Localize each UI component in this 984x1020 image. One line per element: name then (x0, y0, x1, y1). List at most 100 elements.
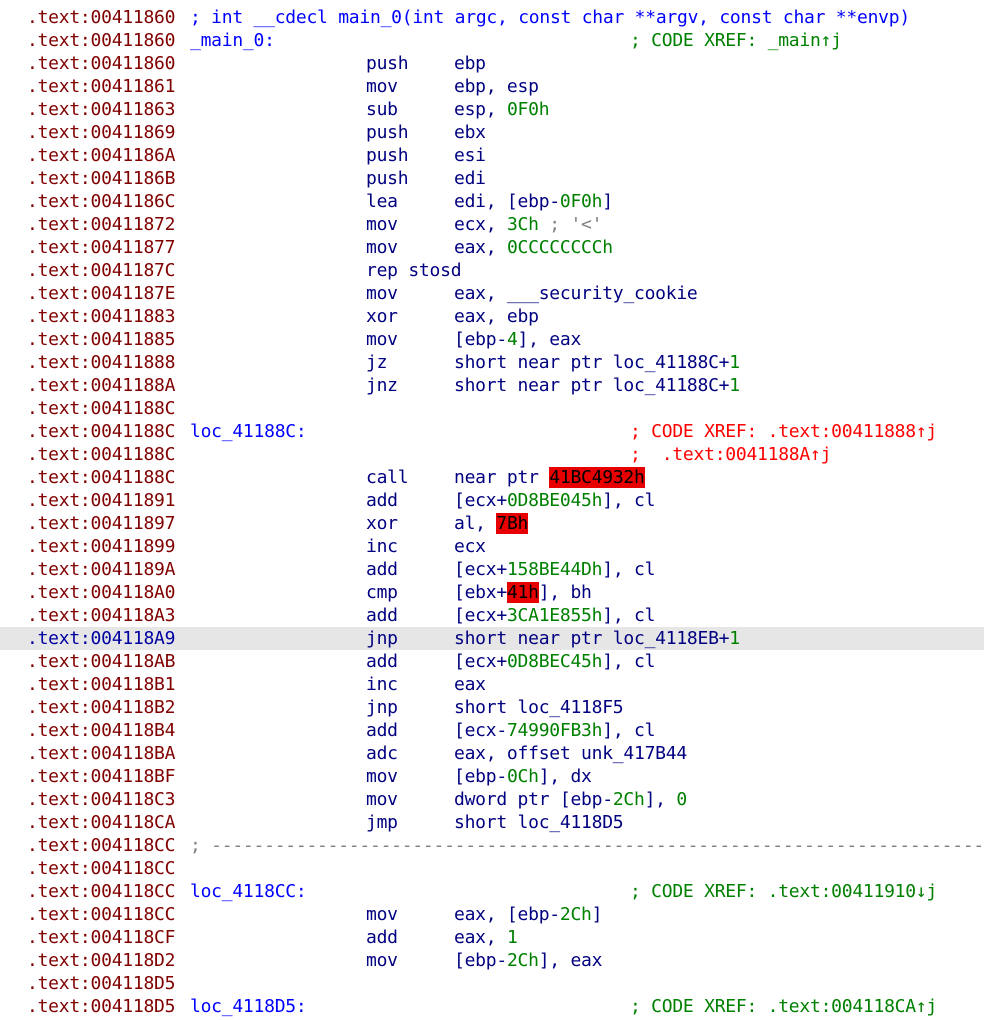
operand-text[interactable]: [ebp- (454, 950, 507, 971)
instruction-operands[interactable]: eax, ebp (454, 305, 539, 328)
instruction-mnemonic[interactable]: add (366, 489, 398, 512)
instruction-mnemonic[interactable]: lea (366, 190, 398, 213)
line-address[interactable]: .text:004118BF (27, 765, 175, 788)
line-address[interactable]: .text:0041187C (27, 259, 175, 282)
code-line[interactable]: .text:00411883 xor eax, ebp (0, 305, 984, 328)
line-address[interactable]: .text:00411888 (27, 351, 175, 374)
line-address[interactable]: .text:004118CC (27, 880, 175, 903)
code-line[interactable]: .text:004118CC mov eax, [ebp-2Ch] (0, 903, 984, 926)
instruction-operands[interactable]: edi, [ebp-0F0h] (454, 190, 613, 213)
instruction-operands[interactable]: ecx, 3Ch ; '<' (454, 213, 602, 236)
code-label[interactable]: loc_4118CC: (190, 880, 307, 903)
instruction-mnemonic[interactable]: mov (366, 282, 398, 305)
line-address[interactable]: .text:004118B1 (27, 673, 175, 696)
operand-text[interactable]: ], cl (602, 490, 655, 511)
line-address[interactable]: .text:00411869 (27, 121, 175, 144)
operand-text[interactable]: ecx, (454, 214, 507, 235)
disassembly-listing[interactable]: .text:00411860 ; int __cdecl main_0(int a… (0, 6, 984, 1018)
instruction-operands[interactable]: [ebp-4], eax (454, 328, 581, 351)
operand-text[interactable]: [ecx+ (454, 651, 507, 672)
code-line[interactable]: .text:0041189A add [ecx+158BE44Dh], cl (0, 558, 984, 581)
line-address[interactable]: .text:004118CC (27, 903, 175, 926)
instruction-operands[interactable]: esi (454, 144, 486, 167)
instruction-operands[interactable]: dword ptr [ebp-2Ch], 0 (454, 788, 687, 811)
code-line[interactable]: .text:004118CF add eax, 1 (0, 926, 984, 949)
code-line[interactable]: .text:00411861 mov ebp, esp (0, 75, 984, 98)
code-line[interactable]: .text:004118B1 inc eax (0, 673, 984, 696)
code-line[interactable]: .text:004118A3 add [ecx+3CA1E855h], cl (0, 604, 984, 627)
xref-comment[interactable]: ; CODE XREF: .text:004118CA↑j (630, 995, 937, 1018)
operand-text[interactable]: [ecx+ (454, 605, 507, 626)
instruction-operands[interactable]: near ptr 41BC4932h (454, 466, 645, 489)
operand-text[interactable]: [ecx- (454, 720, 507, 741)
xref-comment[interactable]: ; .text:0041188A↑j (630, 443, 831, 466)
operand-text[interactable]: ecx (454, 536, 486, 557)
instruction-operands[interactable]: eax, [ebp-2Ch] (454, 903, 602, 926)
code-line[interactable]: .text:00411863 sub esp, 0F0h (0, 98, 984, 121)
line-address[interactable]: .text:00411899 (27, 535, 175, 558)
operand-text[interactable]: ], cl (602, 720, 655, 741)
line-address[interactable]: .text:00411897 (27, 512, 175, 535)
instruction-mnemonic[interactable]: call (366, 466, 409, 489)
instruction-operands[interactable]: short near ptr loc_41188C+1 (454, 351, 740, 374)
code-line[interactable]: .text:00411860 ; int __cdecl main_0(int a… (0, 6, 984, 29)
operand-text[interactable]: ], cl (602, 605, 655, 626)
instruction-operands[interactable]: ecx (454, 535, 486, 558)
line-address[interactable]: .text:0041188C (27, 397, 175, 420)
line-address[interactable]: .text:004118B4 (27, 719, 175, 742)
operand-text[interactable]: dword ptr [ebp- (454, 789, 613, 810)
code-label[interactable]: loc_41188C: (190, 420, 307, 443)
numeric-operand[interactable]: 1 (507, 927, 518, 948)
instruction-mnemonic[interactable]: xor (366, 512, 398, 535)
numeric-operand[interactable]: 74990FB3h (507, 720, 603, 741)
instruction-operands[interactable]: ebp, esp (454, 75, 539, 98)
code-line[interactable]: .text:00411888 jz short near ptr loc_41188… (0, 351, 984, 374)
instruction-mnemonic[interactable]: mov (366, 903, 398, 926)
operand-text[interactable]: ], eax (539, 950, 603, 971)
numeric-operand[interactable]: 0 (676, 789, 687, 810)
code-label[interactable]: _main_0: (190, 29, 275, 52)
numeric-operand[interactable]: 3CA1E855h (507, 605, 603, 626)
instruction-mnemonic[interactable]: add (366, 926, 398, 949)
code-line[interactable]: .text:00411891 add [ecx+0D8BE045h], cl (0, 489, 984, 512)
instruction-mnemonic[interactable]: mov (366, 328, 398, 351)
line-address[interactable]: .text:00411860 (27, 29, 175, 52)
operand-text[interactable]: ], dx (539, 766, 592, 787)
selected-code-line[interactable]: .text:004118A9 jnp short near ptr loc_4118… (0, 627, 984, 650)
operand-text[interactable]: edi (454, 168, 486, 189)
line-address[interactable]: .text:00411860 (27, 6, 175, 29)
instruction-mnemonic[interactable]: mov (366, 765, 398, 788)
numeric-operand[interactable]: 0Ch (507, 766, 539, 787)
line-address[interactable]: .text:004118A9 (27, 627, 175, 650)
code-line[interactable]: .text:0041188A jnz short near ptr loc_4118… (0, 374, 984, 397)
instruction-mnemonic[interactable]: jmp (366, 811, 398, 834)
instruction-mnemonic[interactable]: mov (366, 949, 398, 972)
code-line[interactable]: .text:00411869 push ebx (0, 121, 984, 144)
numeric-operand[interactable]: 1 (729, 352, 740, 373)
instruction-mnemonic[interactable]: rep stosd (366, 259, 462, 282)
xref-comment[interactable]: ; CODE XREF: .text:00411888↑j (630, 420, 937, 443)
code-line[interactable]: .text:004118B4 add [ecx-74990FB3h], cl (0, 719, 984, 742)
code-line[interactable]: .text:004118BA adc eax, offset unk_417B44 (0, 742, 984, 765)
instruction-mnemonic[interactable]: jz (366, 351, 387, 374)
line-address[interactable]: .text:00411885 (27, 328, 175, 351)
line-address[interactable]: .text:004118CA (27, 811, 175, 834)
operand-text[interactable]: [ebp- (454, 329, 507, 350)
operand-text[interactable]: ebx (454, 122, 486, 143)
line-address[interactable]: .text:004118B2 (27, 696, 175, 719)
line-address[interactable]: .text:0041186C (27, 190, 175, 213)
operand-text[interactable]: esp, (454, 99, 507, 120)
operand-text[interactable]: [ebp- (454, 766, 507, 787)
code-line[interactable]: .text:00411872 mov ecx, 3Ch ; '<' (0, 213, 984, 236)
operand-text[interactable]: ], bh (539, 582, 592, 603)
instruction-mnemonic[interactable]: sub (366, 98, 398, 121)
instruction-mnemonic[interactable]: cmp (366, 581, 398, 604)
instruction-mnemonic[interactable]: inc (366, 535, 398, 558)
instruction-operands[interactable]: [ecx+3CA1E855h], cl (454, 604, 655, 627)
instruction-mnemonic[interactable]: add (366, 719, 398, 742)
code-line[interactable]: .text:004118AB add [ecx+0D8BEC45h], cl (0, 650, 984, 673)
instruction-mnemonic[interactable]: push (366, 52, 409, 75)
line-address[interactable]: .text:0041188C (27, 466, 175, 489)
code-line[interactable]: .text:0041186C lea edi, [ebp-0F0h] (0, 190, 984, 213)
instruction-operands[interactable]: [ebp-0Ch], dx (454, 765, 592, 788)
